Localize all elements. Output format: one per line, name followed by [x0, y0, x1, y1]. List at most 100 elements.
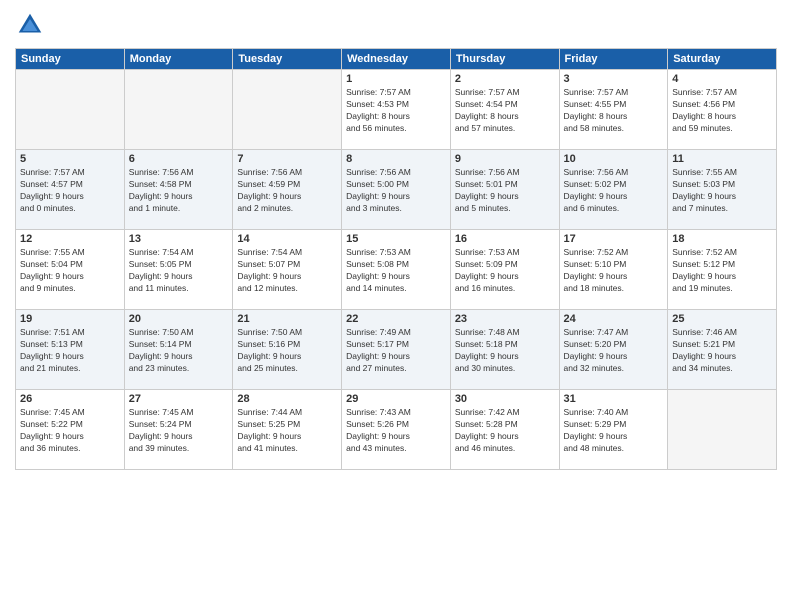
calendar-day-cell: 9 Sunrise: 7:56 AM Sunset: 5:01 PM Daylig… [450, 150, 559, 230]
calendar-day-cell: 8 Sunrise: 7:56 AM Sunset: 5:00 PM Daylig… [342, 150, 451, 230]
day-number: 9 [455, 153, 555, 165]
day-number: 17 [564, 233, 664, 245]
day-number: 1 [346, 73, 446, 85]
day-number: 16 [455, 233, 555, 245]
calendar-day-cell: 21Sunrise: 7:50 AM Sunset: 5:16 PM Dayli… [233, 310, 342, 390]
day-number: 14 [237, 233, 337, 245]
day-number: 20 [129, 313, 229, 325]
weekday-header: Saturday [668, 49, 777, 70]
calendar-week-row: 1 Sunrise: 7:57 AM Sunset: 4:53 PM Daylig… [16, 70, 777, 150]
day-info: Sunrise: 7:57 AM Sunset: 4:57 PM Dayligh… [20, 167, 120, 215]
day-info: Sunrise: 7:55 AM Sunset: 5:04 PM Dayligh… [20, 247, 120, 295]
day-info: Sunrise: 7:52 AM Sunset: 5:12 PM Dayligh… [672, 247, 772, 295]
calendar-day-cell: 16 Sunrise: 7:53 AM Sunset: 5:09 PM Dayli… [450, 230, 559, 310]
day-number: 3 [564, 73, 664, 85]
day-info: Sunrise: 7:56 AM Sunset: 4:59 PM Dayligh… [237, 167, 337, 215]
day-info: Sunrise: 7:57 AM Sunset: 4:56 PM Dayligh… [672, 87, 772, 135]
day-info: Sunrise: 7:46 AM Sunset: 5:21 PM Dayligh… [672, 327, 772, 375]
day-number: 13 [129, 233, 229, 245]
day-info: Sunrise: 7:40 AM Sunset: 5:29 PM Dayligh… [564, 407, 664, 455]
calendar-day-cell: 1 Sunrise: 7:57 AM Sunset: 4:53 PM Daylig… [342, 70, 451, 150]
page: SundayMondayTuesdayWednesdayThursdayFrid… [0, 0, 792, 612]
day-info: Sunrise: 7:57 AM Sunset: 4:53 PM Dayligh… [346, 87, 446, 135]
day-number: 6 [129, 153, 229, 165]
day-number: 29 [346, 393, 446, 405]
weekday-header: Wednesday [342, 49, 451, 70]
calendar-header-row: SundayMondayTuesdayWednesdayThursdayFrid… [16, 49, 777, 70]
calendar-day-cell: 14 Sunrise: 7:54 AM Sunset: 5:07 PM Dayli… [233, 230, 342, 310]
calendar-day-cell: 7 Sunrise: 7:56 AM Sunset: 4:59 PM Daylig… [233, 150, 342, 230]
day-info: Sunrise: 7:51 AM Sunset: 5:13 PM Dayligh… [20, 327, 120, 375]
calendar-day-cell: 12 Sunrise: 7:55 AM Sunset: 5:04 PM Dayli… [16, 230, 125, 310]
day-number: 2 [455, 73, 555, 85]
day-info: Sunrise: 7:54 AM Sunset: 5:05 PM Dayligh… [129, 247, 229, 295]
calendar-day-cell: 17 Sunrise: 7:52 AM Sunset: 5:10 PM Dayli… [559, 230, 668, 310]
day-number: 7 [237, 153, 337, 165]
day-number: 21 [237, 313, 337, 325]
day-number: 11 [672, 153, 772, 165]
calendar-day-cell: 29Sunrise: 7:43 AM Sunset: 5:26 PM Dayli… [342, 390, 451, 470]
day-number: 8 [346, 153, 446, 165]
day-info: Sunrise: 7:56 AM Sunset: 5:01 PM Dayligh… [455, 167, 555, 215]
calendar-day-cell: 5 Sunrise: 7:57 AM Sunset: 4:57 PM Daylig… [16, 150, 125, 230]
calendar-week-row: 12 Sunrise: 7:55 AM Sunset: 5:04 PM Dayli… [16, 230, 777, 310]
day-number: 18 [672, 233, 772, 245]
day-number: 27 [129, 393, 229, 405]
calendar-day-cell: 22Sunrise: 7:49 AM Sunset: 5:17 PM Dayli… [342, 310, 451, 390]
day-number: 5 [20, 153, 120, 165]
day-number: 12 [20, 233, 120, 245]
calendar-day-cell: 18 Sunrise: 7:52 AM Sunset: 5:12 PM Dayli… [668, 230, 777, 310]
calendar-day-cell: 11 Sunrise: 7:55 AM Sunset: 5:03 PM Dayli… [668, 150, 777, 230]
calendar-day-cell: 13 Sunrise: 7:54 AM Sunset: 5:05 PM Dayli… [124, 230, 233, 310]
day-info: Sunrise: 7:57 AM Sunset: 4:55 PM Dayligh… [564, 87, 664, 135]
day-info: Sunrise: 7:55 AM Sunset: 5:03 PM Dayligh… [672, 167, 772, 215]
weekday-header: Friday [559, 49, 668, 70]
logo [15, 10, 49, 40]
day-number: 23 [455, 313, 555, 325]
day-info: Sunrise: 7:54 AM Sunset: 5:07 PM Dayligh… [237, 247, 337, 295]
day-info: Sunrise: 7:45 AM Sunset: 5:24 PM Dayligh… [129, 407, 229, 455]
calendar-day-cell: 28Sunrise: 7:44 AM Sunset: 5:25 PM Dayli… [233, 390, 342, 470]
day-number: 4 [672, 73, 772, 85]
day-number: 10 [564, 153, 664, 165]
day-info: Sunrise: 7:50 AM Sunset: 5:14 PM Dayligh… [129, 327, 229, 375]
day-info: Sunrise: 7:57 AM Sunset: 4:54 PM Dayligh… [455, 87, 555, 135]
calendar-day-cell: 4 Sunrise: 7:57 AM Sunset: 4:56 PM Daylig… [668, 70, 777, 150]
header [15, 10, 777, 40]
weekday-header: Thursday [450, 49, 559, 70]
calendar-day-cell: 2 Sunrise: 7:57 AM Sunset: 4:54 PM Daylig… [450, 70, 559, 150]
calendar-day-cell: 31 Sunrise: 7:40 AM Sunset: 5:29 PM Dayli… [559, 390, 668, 470]
weekday-header: Tuesday [233, 49, 342, 70]
day-info: Sunrise: 7:56 AM Sunset: 4:58 PM Dayligh… [129, 167, 229, 215]
day-info: Sunrise: 7:42 AM Sunset: 5:28 PM Dayligh… [455, 407, 555, 455]
day-info: Sunrise: 7:56 AM Sunset: 5:00 PM Dayligh… [346, 167, 446, 215]
day-number: 19 [20, 313, 120, 325]
day-info: Sunrise: 7:45 AM Sunset: 5:22 PM Dayligh… [20, 407, 120, 455]
day-info: Sunrise: 7:56 AM Sunset: 5:02 PM Dayligh… [564, 167, 664, 215]
calendar-table: SundayMondayTuesdayWednesdayThursdayFrid… [15, 48, 777, 470]
logo-icon [15, 10, 45, 40]
day-info: Sunrise: 7:48 AM Sunset: 5:18 PM Dayligh… [455, 327, 555, 375]
day-info: Sunrise: 7:44 AM Sunset: 5:25 PM Dayligh… [237, 407, 337, 455]
day-number: 15 [346, 233, 446, 245]
calendar-day-cell: 25 Sunrise: 7:46 AM Sunset: 5:21 PM Dayli… [668, 310, 777, 390]
day-info: Sunrise: 7:47 AM Sunset: 5:20 PM Dayligh… [564, 327, 664, 375]
calendar-day-cell: 24Sunrise: 7:47 AM Sunset: 5:20 PM Dayli… [559, 310, 668, 390]
day-info: Sunrise: 7:52 AM Sunset: 5:10 PM Dayligh… [564, 247, 664, 295]
day-number: 25 [672, 313, 772, 325]
calendar-day-cell: 19 Sunrise: 7:51 AM Sunset: 5:13 PM Dayli… [16, 310, 125, 390]
weekday-header: Monday [124, 49, 233, 70]
day-number: 26 [20, 393, 120, 405]
day-info: Sunrise: 7:53 AM Sunset: 5:08 PM Dayligh… [346, 247, 446, 295]
calendar-day-cell: 15 Sunrise: 7:53 AM Sunset: 5:08 PM Dayli… [342, 230, 451, 310]
calendar-day-cell: 3 Sunrise: 7:57 AM Sunset: 4:55 PM Daylig… [559, 70, 668, 150]
calendar-day-cell: 26 Sunrise: 7:45 AM Sunset: 5:22 PM Dayli… [16, 390, 125, 470]
calendar-week-row: 5 Sunrise: 7:57 AM Sunset: 4:57 PM Daylig… [16, 150, 777, 230]
calendar-week-row: 26 Sunrise: 7:45 AM Sunset: 5:22 PM Dayli… [16, 390, 777, 470]
day-info: Sunrise: 7:53 AM Sunset: 5:09 PM Dayligh… [455, 247, 555, 295]
weekday-header: Sunday [16, 49, 125, 70]
calendar-day-cell [668, 390, 777, 470]
day-number: 30 [455, 393, 555, 405]
calendar-day-cell: 23 Sunrise: 7:48 AM Sunset: 5:18 PM Dayli… [450, 310, 559, 390]
day-number: 31 [564, 393, 664, 405]
